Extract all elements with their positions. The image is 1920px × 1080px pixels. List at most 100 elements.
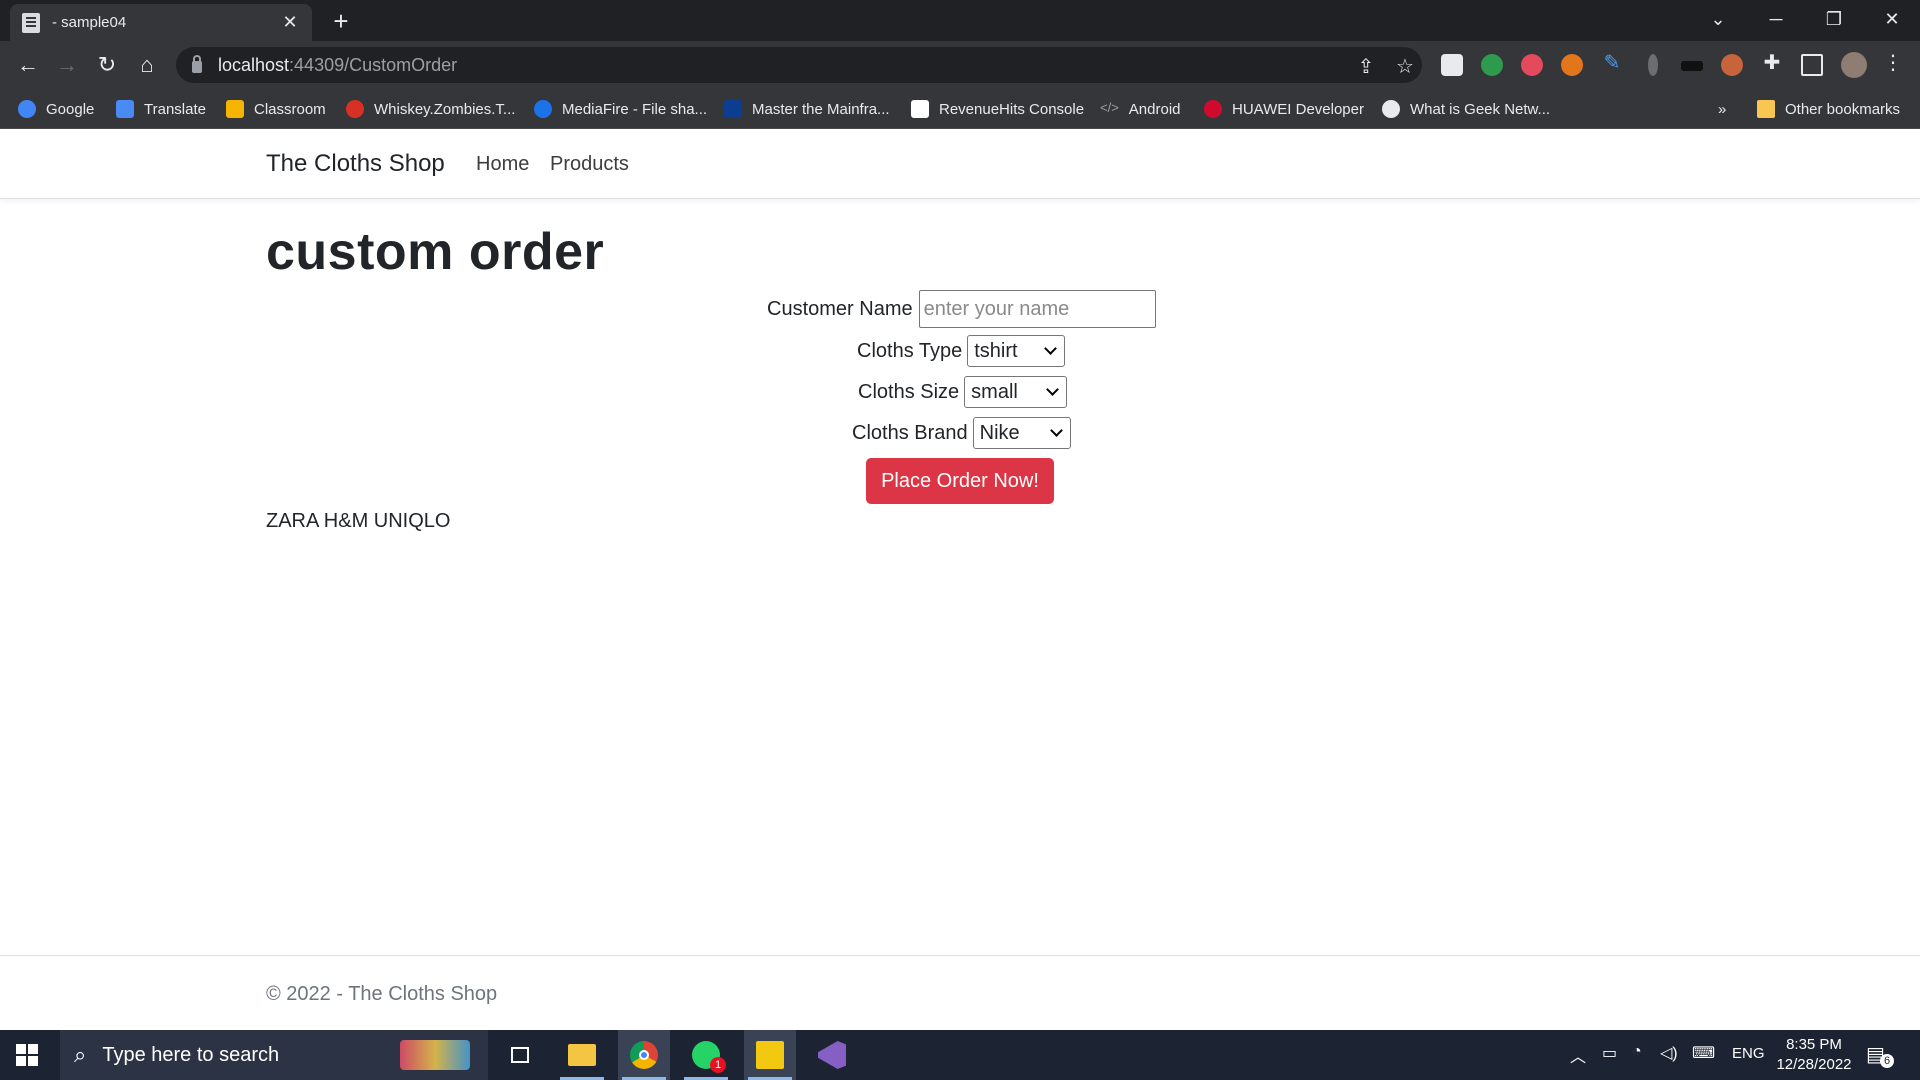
cloths-type-label: Cloths Type: [857, 339, 963, 362]
search-highlight-icon[interactable]: [400, 1040, 470, 1070]
tab-title: - sample04: [52, 14, 127, 31]
site-footer: © 2022 - The Cloths Shop: [0, 955, 1920, 1030]
browser-menu-icon[interactable]: ⋮: [1880, 50, 1906, 75]
customer-name-input[interactable]: [918, 290, 1156, 328]
back-icon[interactable]: ←: [12, 49, 44, 81]
visual-studio-icon[interactable]: [806, 1030, 858, 1080]
bookmark-whiskey[interactable]: Whiskey.Zombies.T...: [346, 96, 515, 122]
mainframe-icon: [724, 100, 742, 118]
mediafire-icon: [534, 100, 552, 118]
cloths-size-row: Cloths Size small: [858, 373, 1068, 411]
extension-incognito-icon[interactable]: [1441, 54, 1463, 76]
system-clock[interactable]: 8:35 PM 12/28/2022: [1764, 1035, 1864, 1075]
page-title: custom order: [266, 223, 605, 281]
bookmark-label: Android: [1128, 100, 1181, 118]
address-bar[interactable]: localhost :44309/CustomOrder ⇪ ☆: [176, 47, 1422, 83]
bookmark-translate[interactable]: Translate: [116, 96, 206, 122]
cloths-size-select[interactable]: small: [964, 376, 1068, 408]
site-brand-link[interactable]: The Cloths Shop: [266, 150, 445, 178]
bookmark-classroom[interactable]: Classroom: [226, 96, 326, 122]
cloths-type-row: Cloths Type tshirt: [857, 332, 1066, 370]
keyboard-icon[interactable]: ⌨: [1692, 1043, 1715, 1063]
power-bi-icon[interactable]: [744, 1030, 796, 1080]
bookmark-google[interactable]: Google: [18, 96, 94, 122]
notification-center-icon[interactable]: ▤ 6: [1866, 1042, 1894, 1068]
cloths-brand-row: Cloths Brand Nike: [852, 414, 1071, 452]
windows-start-icon[interactable]: [16, 1044, 38, 1066]
bookmark-huawei[interactable]: HUAWEI Developer: [1204, 96, 1364, 122]
new-tab-button[interactable]: +: [326, 6, 356, 36]
cloths-size-value: small: [971, 380, 1018, 403]
whatsapp-icon[interactable]: 1: [680, 1030, 732, 1080]
bookmark-label: Classroom: [254, 100, 326, 118]
other-bookmarks-label: Other bookmarks: [1785, 100, 1901, 118]
nav-home-link[interactable]: Home: [476, 153, 529, 176]
share-icon[interactable]: ⇪: [1355, 54, 1377, 79]
reload-icon[interactable]: ↻: [91, 49, 123, 81]
lock-icon[interactable]: [192, 55, 202, 73]
bookmarks-overflow-icon[interactable]: »: [1718, 96, 1726, 122]
profile-avatar[interactable]: [1841, 52, 1867, 78]
site-navbar: The Cloths Shop Home Products: [0, 129, 1920, 199]
place-order-button[interactable]: Place Order Now!: [866, 458, 1054, 504]
bookmarks-bar: Google Translate Classroom Whiskey.Zombi…: [0, 89, 1920, 129]
metamask-icon[interactable]: [1561, 54, 1583, 76]
language-indicator[interactable]: ENG: [1732, 1045, 1765, 1062]
cloths-type-select[interactable]: tshirt: [967, 335, 1066, 367]
browser-toolbar: ← → ↻ ⌂ localhost :44309/CustomOrder ⇪ ☆…: [0, 41, 1920, 89]
customer-name-row: Customer Name: [767, 290, 1156, 328]
tab-close-icon[interactable]: ✕: [280, 12, 300, 33]
nav-products-link[interactable]: Products: [550, 153, 629, 176]
page-favicon-icon: [22, 12, 40, 33]
bookmark-geek-network[interactable]: What is Geek Netw...: [1382, 96, 1550, 122]
file-explorer-icon[interactable]: [556, 1030, 608, 1080]
extension-pen-icon[interactable]: ✎: [1599, 50, 1625, 75]
translate-icon: [116, 100, 134, 118]
bookmark-label: Whiskey.Zombies.T...: [374, 100, 516, 118]
chrome-taskbar-icon[interactable]: [618, 1030, 670, 1080]
extension-red-icon[interactable]: [1521, 54, 1543, 76]
bookmark-star-icon[interactable]: ☆: [1394, 54, 1416, 79]
cookie-icon[interactable]: [1721, 54, 1743, 76]
extensions-puzzle-icon[interactable]: ✚: [1759, 50, 1785, 75]
chevron-down-icon: [1044, 342, 1058, 355]
tray-chevron-up-icon[interactable]: ︿: [1570, 1043, 1586, 1067]
volume-icon[interactable]: ◁): [1660, 1043, 1678, 1063]
taskbar-search-placeholder: Type here to search: [102, 1043, 280, 1066]
code-icon: </>: [1100, 100, 1119, 115]
side-panel-icon[interactable]: [1801, 54, 1823, 76]
browser-tab[interactable]: - sample04 ✕: [10, 4, 312, 41]
network-icon[interactable]: ◔: [1632, 1043, 1642, 1061]
restore-icon[interactable]: ❐: [1806, 0, 1862, 41]
other-bookmarks[interactable]: Other bookmarks: [1757, 96, 1900, 122]
customer-name-label: Customer Name: [767, 297, 913, 320]
clock-time: 8:35 PM: [1786, 1036, 1842, 1053]
bookmark-mediafire[interactable]: MediaFire - File sha...: [534, 96, 707, 122]
cloths-brand-label: Cloths Brand: [852, 421, 968, 444]
search-icon: ⌕: [74, 1042, 87, 1067]
bookmark-android[interactable]: </> Android: [1100, 96, 1181, 122]
extension-colorful-icon[interactable]: [1481, 54, 1503, 76]
cloths-brand-select[interactable]: Nike: [972, 417, 1071, 449]
url-path: :44309/CustomOrder: [289, 54, 458, 75]
extension-dark-icon[interactable]: [1681, 61, 1703, 71]
battery-icon[interactable]: ▭: [1602, 1043, 1617, 1063]
task-view-icon[interactable]: [494, 1030, 546, 1080]
bookmark-label: What is Geek Netw...: [1410, 100, 1551, 118]
extension-bottle-icon[interactable]: [1648, 54, 1658, 76]
bookmark-revenuehits[interactable]: RevenueHits Console: [911, 96, 1084, 122]
home-icon[interactable]: ⌂: [131, 49, 163, 81]
forward-icon[interactable]: →: [51, 49, 83, 81]
whiskey-icon: [346, 100, 364, 118]
notification-count: 6: [1880, 1054, 1894, 1068]
clock-date: 12/28/2022: [1776, 1056, 1852, 1073]
window-close-icon[interactable]: ✕: [1864, 0, 1920, 41]
bookmark-label: MediaFire - File sha...: [562, 100, 708, 118]
bookmark-mainframe[interactable]: Master the Mainfra...: [724, 96, 890, 122]
minimize-icon[interactable]: ─: [1748, 0, 1804, 41]
windows-taskbar: ⌕ Type here to search 1 ︿ ▭ ◔ ◁) ⌨ ENG 8…: [0, 1030, 1920, 1080]
bookmark-label: HUAWEI Developer: [1232, 100, 1364, 118]
tab-search-icon[interactable]: ⌄: [1690, 0, 1746, 41]
taskbar-search-box[interactable]: ⌕ Type here to search: [60, 1030, 488, 1080]
revenuehits-icon: [911, 100, 929, 118]
